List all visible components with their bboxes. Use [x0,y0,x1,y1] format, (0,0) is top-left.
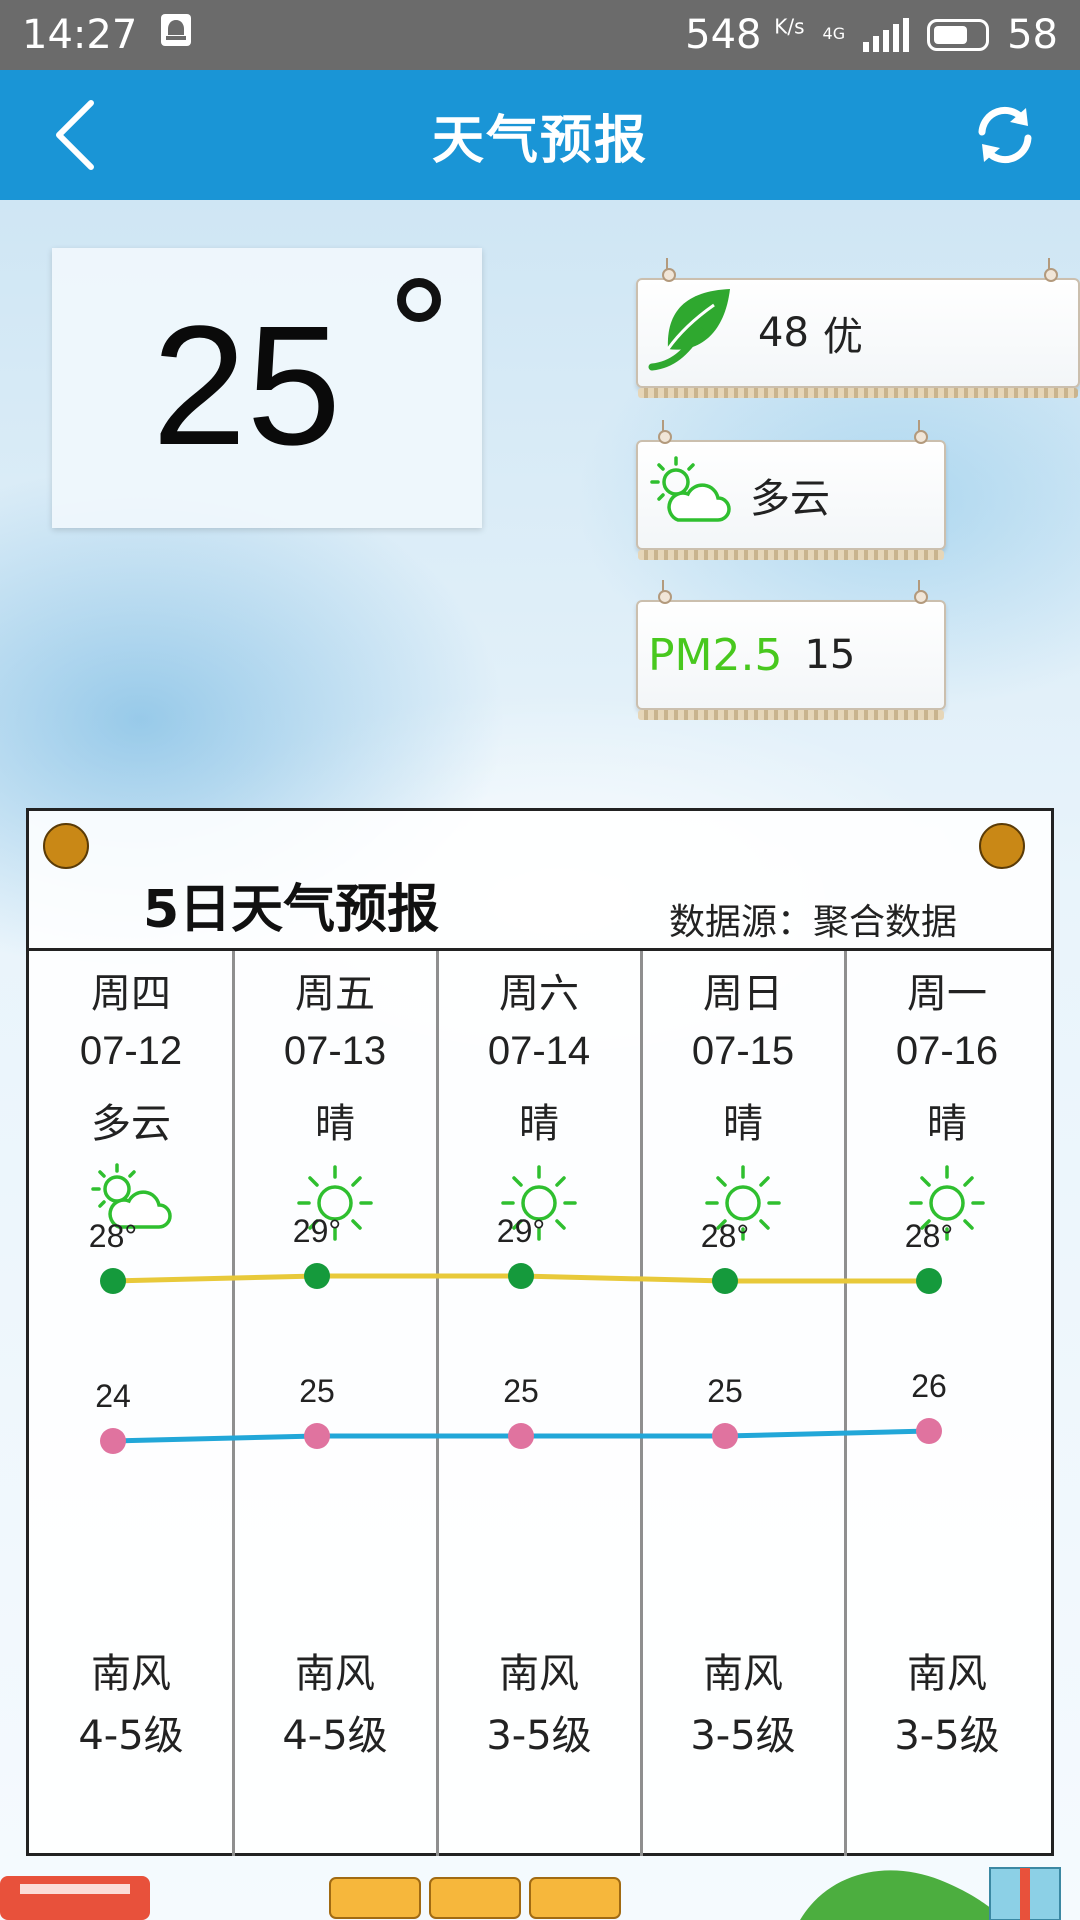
low-temp-point [712,1423,738,1449]
battery-level: 58 [1007,12,1058,58]
aqi-value: 48 [758,310,809,356]
high-temp-label: 29° [497,1213,545,1249]
data-source: 数据源：聚合数据 [668,902,957,943]
high-temp-label: 29° [293,1213,341,1249]
hook [914,420,928,444]
hook [662,258,676,282]
temperature-chart: 28° 24 29° 25 29° 25 28° 25 28° 26 [89,1213,953,1454]
chevron-left-icon [56,100,94,170]
aqi-level: 优 [822,314,863,360]
battery-icon [927,19,990,51]
status-left: 14:27 [22,12,193,58]
forecast-header: 5日天气预报 数据源：聚合数据 [29,811,1051,951]
status-right: 548 K/s 4G 58 [685,12,1058,58]
network-type: 4G [822,24,846,43]
high-temp-point [508,1263,534,1289]
degree-symbol [397,278,441,322]
net-speed: 548 K/s [685,12,804,58]
hook [658,420,672,444]
refresh-icon [978,106,1032,164]
pm25-value: 15 [804,632,856,678]
status-time: 14:27 [22,12,138,58]
hook [914,580,928,604]
hook [658,580,672,604]
app-bar: 天气预报 [0,70,1080,200]
pm25-sign: PM2.5 15 [636,580,946,720]
partly-cloudy-icon [648,454,732,536]
status-bar: 14:27 548 K/s 4G 58 [0,0,1080,70]
net-speed-unit: K/s [774,14,805,39]
high-temp-point [100,1268,126,1294]
high-temp-label: 28° [905,1218,953,1254]
low-temp-point [304,1423,330,1449]
high-temp-point [304,1263,330,1289]
low-temp-label: 24 [95,1378,131,1414]
aqi-sign: 48 优 [636,258,1080,398]
notification-icon [159,12,193,58]
net-speed-value: 548 [685,12,762,58]
hook [1044,258,1058,282]
low-temp-point [100,1428,126,1454]
page-title: 天气预报 [431,110,648,171]
signal-icon [863,18,910,52]
back-button[interactable] [20,70,130,200]
low-temp-point [916,1418,942,1444]
footer-decoration [0,1858,1080,1920]
current-temperature: 25 [152,291,342,481]
current-temperature-card: 25 [52,248,482,528]
high-temp-label: 28° [701,1218,749,1254]
forecast-panel: 5日天气预报 数据源：聚合数据 周四 07-12 多云 南风 4-5级 周五 0… [26,808,1054,1856]
low-temp-point [508,1423,534,1449]
refresh-button[interactable] [950,70,1060,200]
high-temp-point [916,1268,942,1294]
low-temp-label: 25 [707,1373,743,1409]
pm25-label: PM2.5 [648,629,783,681]
condition-text: 多云 [750,476,830,522]
condition-sign: 多云 [636,420,946,560]
forecast-title: 5日天气预报 [143,880,440,940]
low-temp-label: 25 [503,1373,539,1409]
high-temp-point [712,1268,738,1294]
low-temp-label: 25 [299,1373,335,1409]
leaf-icon [646,283,742,383]
low-temp-label: 26 [911,1368,947,1404]
high-temp-label: 28° [89,1218,137,1254]
